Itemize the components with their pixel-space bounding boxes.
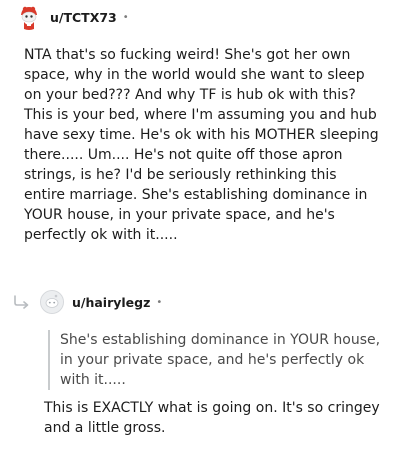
separator-dot: • [122, 11, 129, 23]
comment-body: NTA that's so fucking weird! She's got h… [24, 47, 379, 243]
username[interactable]: u/TCTX73 [50, 10, 117, 25]
quote-text: She's establishing dominance in YOUR hou… [60, 332, 381, 388]
default-avatar-icon[interactable] [40, 290, 64, 314]
separator-dot: • [156, 296, 163, 308]
reply-comment: u/hairylegz • She's establishing dominan… [0, 286, 400, 436]
comment-header: u/hairylegz • [0, 286, 400, 318]
blockquote: She's establishing dominance in YOUR hou… [48, 330, 390, 390]
comment-body: This is EXACTLY what is going on. It's s… [44, 400, 380, 436]
reddit-snoo-avatar-icon[interactable] [16, 4, 42, 30]
comment-header: u/TCTX73 • [0, 1, 400, 33]
reply-arrow-icon [14, 295, 29, 309]
top-comment: u/TCTX73 • NTA that's so fucking weird! … [0, 0, 400, 243]
username[interactable]: u/hairylegz [72, 295, 150, 310]
